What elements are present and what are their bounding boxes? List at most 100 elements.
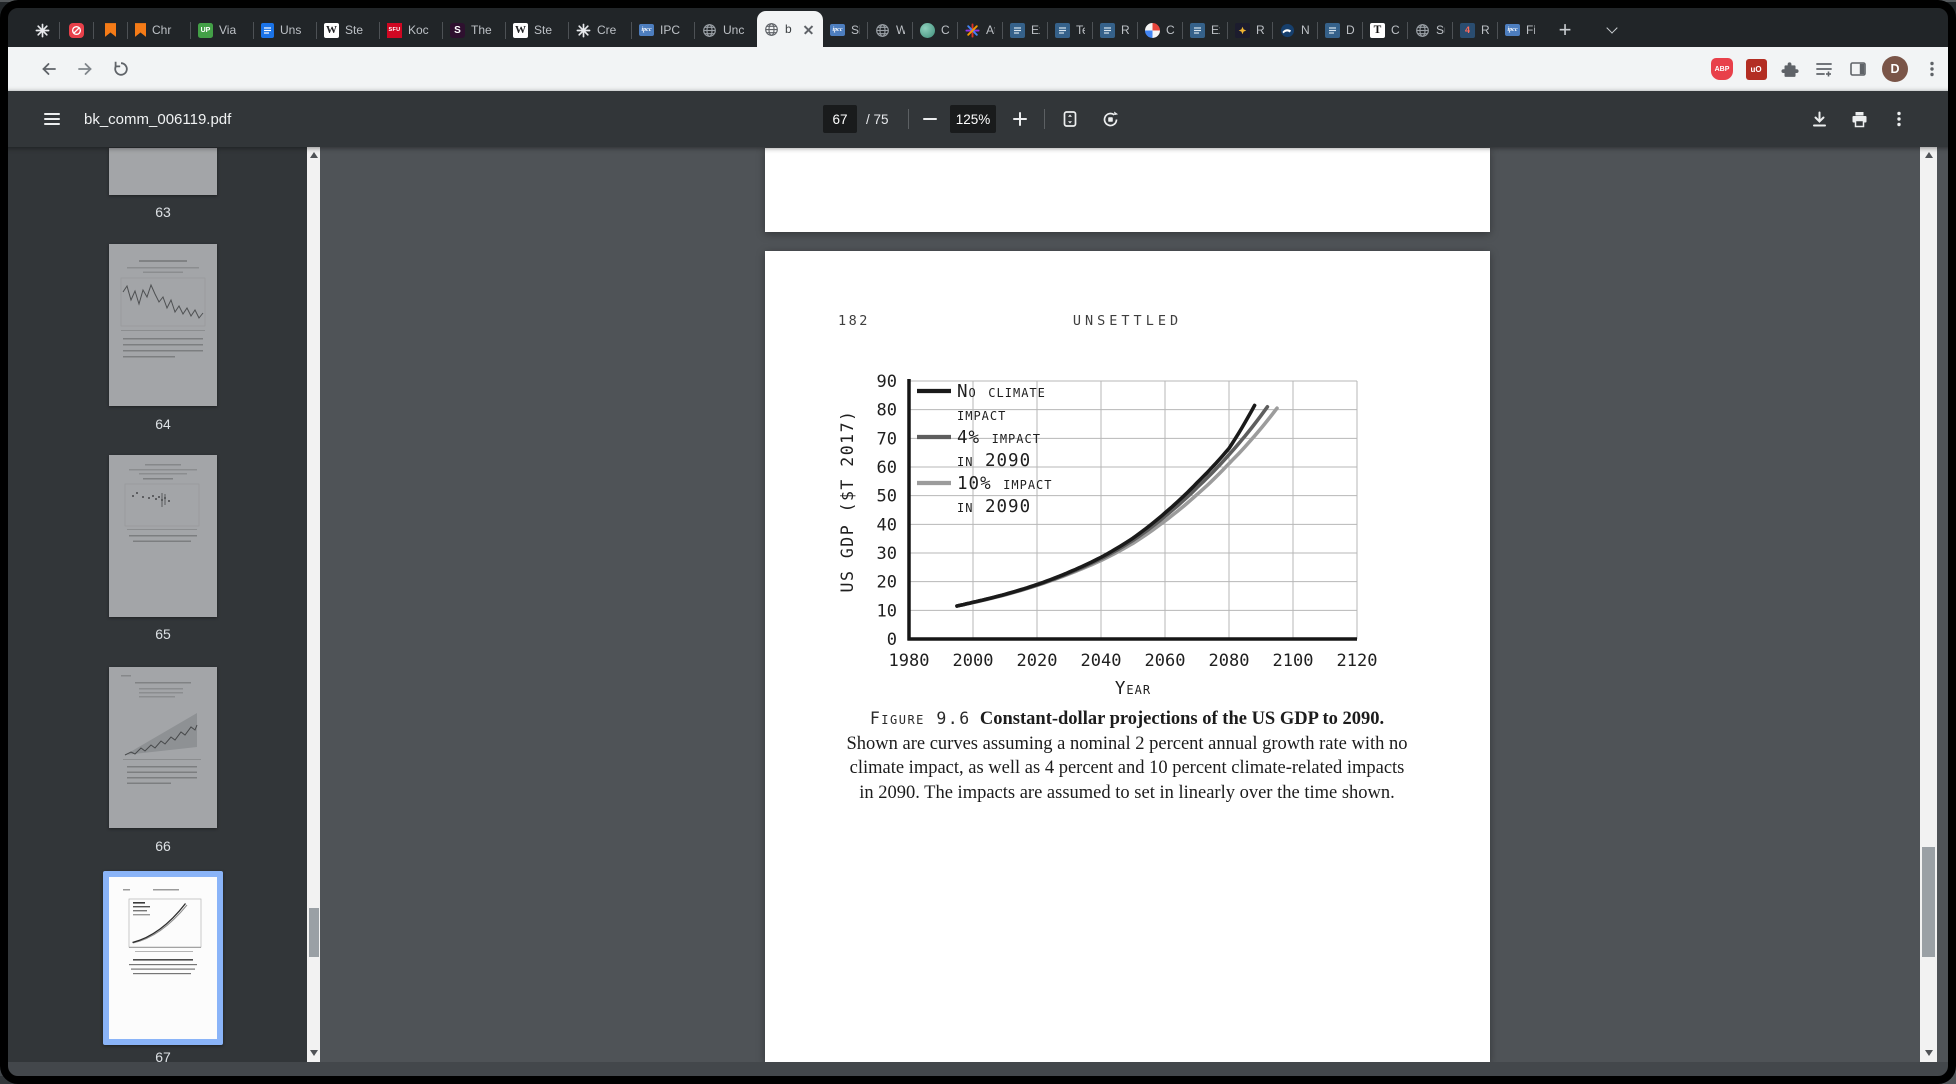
chrome-menu-icon[interactable] bbox=[1918, 55, 1946, 83]
tab[interactable]: Ten bbox=[1048, 13, 1092, 47]
color-burst-favicon bbox=[965, 22, 980, 38]
tab[interactable]: WG bbox=[868, 13, 912, 47]
main-scrollbar-thumb[interactable] bbox=[1922, 847, 1935, 957]
tab[interactable]: S The bbox=[443, 13, 505, 47]
svg-text:0: 0 bbox=[887, 630, 897, 650]
tab-title: Ten bbox=[1076, 23, 1085, 37]
tab-title: Att bbox=[986, 23, 995, 37]
download-button[interactable] bbox=[1805, 105, 1833, 133]
main-scroll-up-arrow[interactable] bbox=[1924, 152, 1933, 158]
tab[interactable]: CMI bbox=[913, 13, 957, 47]
tab[interactable]: Unc bbox=[695, 13, 757, 47]
tab-pinned[interactable] bbox=[60, 13, 93, 47]
tab[interactable]: Cre bbox=[569, 13, 631, 47]
page-count-label: / 75 bbox=[866, 111, 889, 127]
svg-text:impact: impact bbox=[957, 405, 1006, 425]
sidebar-scroll-down-arrow[interactable] bbox=[309, 1050, 318, 1056]
sidebar-scrollbar-track[interactable] bbox=[307, 147, 320, 1062]
side-panel-icon[interactable] bbox=[1844, 55, 1872, 83]
tab[interactable]: NO bbox=[1273, 13, 1317, 47]
page-thumbnail-65[interactable] bbox=[109, 455, 217, 617]
menu-hamburger-icon[interactable] bbox=[38, 105, 66, 133]
ublock-origin-extension-icon[interactable]: uO bbox=[1742, 55, 1770, 83]
extensions-puzzle-icon[interactable] bbox=[1776, 55, 1804, 83]
document-view: 182 UNSETTLED 0 10 20 30 40 50 60 70 80 90 1980 200… bbox=[320, 147, 1948, 1084]
main-scroll-down-arrow[interactable] bbox=[1924, 1050, 1933, 1056]
pdf-more-options-icon[interactable] bbox=[1885, 105, 1913, 133]
tab[interactable]: Dro bbox=[1318, 13, 1362, 47]
svg-text:30: 30 bbox=[877, 544, 897, 564]
tab[interactable]: UP Via bbox=[191, 13, 253, 47]
sidebar-scrollbar-thumb[interactable] bbox=[308, 908, 319, 957]
tab[interactable]: Ext bbox=[1183, 13, 1227, 47]
tab[interactable]: W Ste bbox=[317, 13, 379, 47]
tab-close-icon[interactable] bbox=[801, 22, 816, 37]
tab-title: Fig bbox=[1526, 23, 1535, 37]
print-button[interactable] bbox=[1845, 105, 1873, 133]
rec-navy-favicon: 4 bbox=[1460, 22, 1475, 38]
tab[interactable]: W Ste bbox=[506, 13, 568, 47]
tab[interactable]: Uns bbox=[254, 13, 316, 47]
tab-search-chevron-icon[interactable] bbox=[1606, 22, 1618, 34]
tab[interactable]: Rea bbox=[1228, 13, 1272, 47]
tab[interactable]: Att bbox=[958, 13, 1002, 47]
figure-caption-title: Constant-dollar projections of the US GD… bbox=[979, 709, 1385, 729]
tab-title: Clir bbox=[1391, 23, 1400, 37]
forward-button[interactable] bbox=[70, 54, 100, 84]
thumbnail-sketch bbox=[109, 667, 217, 828]
sidebar-scroll-up-arrow[interactable] bbox=[309, 152, 318, 158]
docs-blue-favicon bbox=[261, 22, 274, 38]
tab[interactable]: Rev bbox=[1093, 13, 1137, 47]
doc-slate-favicon bbox=[1010, 22, 1025, 38]
page-thumbnail-64[interactable] bbox=[109, 244, 217, 406]
globe-favicon bbox=[764, 22, 779, 37]
main-scrollbar-track[interactable] bbox=[1920, 147, 1937, 1062]
fit-to-page-button[interactable] bbox=[1056, 105, 1084, 133]
svg-text:70: 70 bbox=[877, 429, 897, 449]
adblock-plus-extension-icon[interactable]: ABP bbox=[1708, 55, 1736, 83]
tab-active[interactable]: b bbox=[757, 11, 823, 47]
back-button[interactable] bbox=[34, 54, 64, 84]
svg-text:US GDP ($T 2017): US GDP ($T 2017) bbox=[838, 410, 857, 593]
thumbnail-page-number: 64 bbox=[155, 416, 171, 432]
page-number-input[interactable]: 67 bbox=[823, 105, 857, 133]
tab[interactable]: Chr bbox=[128, 13, 190, 47]
svg-text:10% impact: 10% impact bbox=[957, 474, 1053, 494]
tab[interactable]: ipcc IPC bbox=[632, 13, 694, 47]
tab-pinned[interactable] bbox=[26, 13, 59, 47]
reading-list-icon[interactable] bbox=[1810, 55, 1838, 83]
thumbnail-sketch bbox=[109, 455, 217, 617]
climate-circle-favicon bbox=[1145, 22, 1160, 38]
svg-text:Year: Year bbox=[1115, 679, 1151, 699]
globe-favicon bbox=[702, 23, 717, 38]
tab[interactable]: Sur bbox=[1408, 13, 1452, 47]
tab-title: Ste bbox=[534, 23, 553, 37]
new-tab-button[interactable]: + bbox=[1552, 17, 1578, 43]
tab[interactable]: ipcc Sixt bbox=[823, 13, 867, 47]
tab[interactable]: Clir bbox=[1138, 13, 1182, 47]
horizontal-scrollbar-strip[interactable] bbox=[0, 1062, 1948, 1076]
svg-text:in 2090: in 2090 bbox=[957, 497, 1031, 517]
tab[interactable]: SFU Koc bbox=[380, 13, 442, 47]
tab-pinned[interactable] bbox=[94, 13, 127, 47]
bookmark-favicon bbox=[105, 23, 116, 37]
profile-avatar[interactable]: D bbox=[1882, 56, 1908, 82]
ipcc-blue-favicon: ipcc bbox=[639, 24, 654, 36]
zoom-in-button[interactable] bbox=[1006, 105, 1034, 133]
tab[interactable]: ipcc Fig bbox=[1498, 13, 1542, 47]
nyt-t-favicon: T bbox=[1370, 22, 1385, 38]
svg-text:2000: 2000 bbox=[953, 651, 994, 671]
page-thumbnail-67-selected[interactable] bbox=[103, 871, 223, 1045]
rotate-button[interactable] bbox=[1096, 105, 1124, 133]
zoom-out-button[interactable] bbox=[916, 105, 944, 133]
tab-title: Rea bbox=[1256, 23, 1265, 37]
tab[interactable]: T Clir bbox=[1363, 13, 1407, 47]
page-thumbnail-63[interactable] bbox=[109, 148, 217, 195]
tab[interactable]: 4 Rec bbox=[1453, 13, 1497, 47]
zoom-level-value[interactable]: 125% bbox=[950, 105, 996, 133]
page-thumbnail-66[interactable] bbox=[109, 667, 217, 828]
toolbar-divider bbox=[1044, 109, 1045, 129]
wikipedia-w-favicon: W bbox=[513, 22, 528, 38]
tab[interactable]: Exe bbox=[1003, 13, 1047, 47]
reload-button[interactable] bbox=[106, 54, 136, 84]
